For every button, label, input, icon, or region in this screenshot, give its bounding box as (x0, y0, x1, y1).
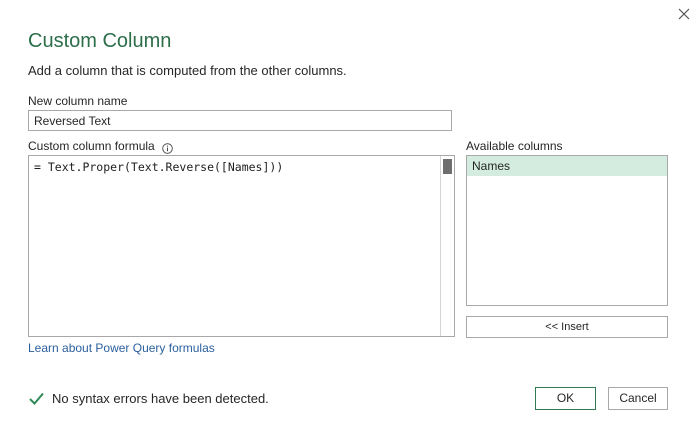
status-text: No syntax errors have been detected. (52, 391, 269, 406)
formula-editor[interactable]: = Text.Proper(Text.Reverse([Names])) (28, 155, 455, 337)
new-column-name-label: New column name (28, 94, 128, 108)
dialog-title: Custom Column (28, 30, 172, 52)
info-icon[interactable] (162, 141, 173, 154)
available-columns-label: Available columns (466, 139, 563, 153)
close-icon[interactable] (674, 4, 694, 24)
ok-button[interactable]: OK (535, 387, 596, 410)
list-item[interactable]: Names (467, 156, 667, 176)
insert-button[interactable]: << Insert (466, 316, 668, 338)
check-icon (28, 390, 45, 407)
cancel-button[interactable]: Cancel (608, 387, 668, 410)
new-column-name-input[interactable]: Reversed Text (28, 110, 452, 131)
formula-text[interactable]: = Text.Proper(Text.Reverse([Names])) (34, 160, 283, 174)
learn-formulas-link[interactable]: Learn about Power Query formulas (28, 341, 215, 355)
formula-label: Custom column formula (28, 139, 155, 153)
available-columns-list[interactable]: Names (466, 155, 668, 306)
editor-scrollbar-divider (440, 156, 441, 336)
dialog-description: Add a column that is computed from the o… (28, 63, 347, 78)
editor-scroll-thumb[interactable] (443, 159, 452, 174)
